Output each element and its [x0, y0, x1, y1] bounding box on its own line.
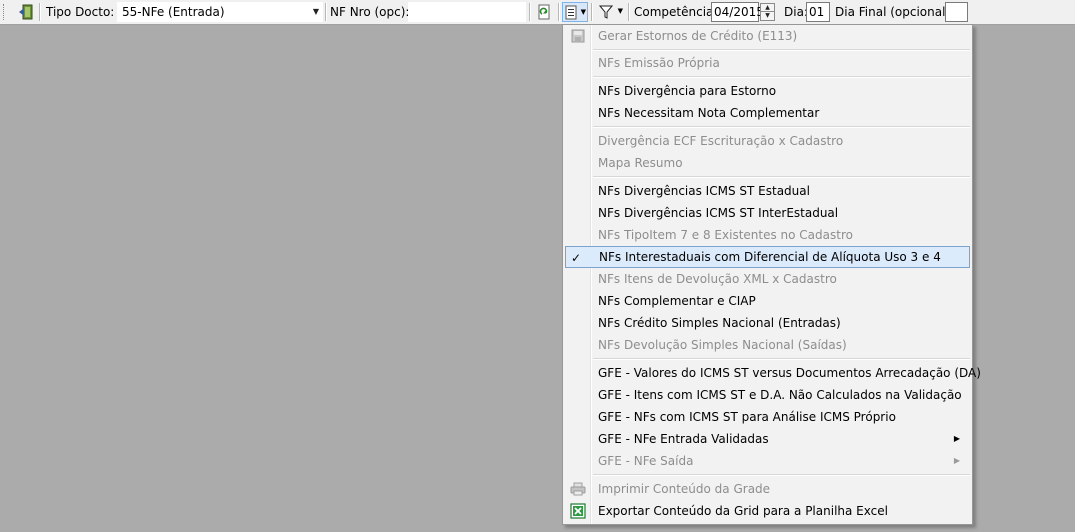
- dia-input[interactable]: 01: [806, 2, 830, 22]
- menu-item-gfe-nfe-saida[interactable]: GFE - NFe Saída ▶: [565, 450, 970, 472]
- menu-item-label: NFs Divergência para Estorno: [598, 84, 777, 98]
- menu-item-label: Divergência ECF Escrituração x Cadastro: [598, 134, 844, 148]
- menu-item-icms-st-interestadual[interactable]: NFs Divergências ICMS ST InterEstadual: [565, 202, 970, 224]
- menu-item-gfe-valores-icms-st[interactable]: GFE - Valores do ICMS ST versus Document…: [565, 362, 981, 384]
- submenu-arrow-icon: ▶: [953, 434, 960, 443]
- nf-nro-label: NF Nro (opc):: [330, 5, 410, 19]
- refresh-button[interactable]: [533, 2, 555, 22]
- filter-dropdown-button[interactable]: ▼: [597, 2, 625, 22]
- toolbar-separator: [529, 3, 530, 21]
- chevron-down-icon: ▼: [312, 7, 319, 16]
- menu-item-gfe-nfe-entrada[interactable]: GFE - NFe Entrada Validadas ▶: [565, 428, 970, 450]
- menu-item-nfs-divergencia-estorno[interactable]: NFs Divergência para Estorno: [565, 80, 970, 102]
- menu-separator: [593, 474, 970, 476]
- menu-item-credito-simples-nacional[interactable]: NFs Crédito Simples Nacional (Entradas): [565, 312, 970, 334]
- menu-item-label: NFs Itens de Devolução XML x Cadastro: [598, 272, 837, 286]
- exit-door-button[interactable]: [16, 2, 36, 22]
- reports-dropdown-button[interactable]: ▼: [562, 2, 588, 22]
- competencia-label: Competência:: [634, 5, 718, 19]
- exit-door-icon: [19, 4, 33, 20]
- menu-item-label: GFE - Valores do ICMS ST versus Document…: [598, 366, 981, 380]
- menu-item-label: NFs Interestaduais com Diferencial de Al…: [599, 250, 941, 264]
- excel-icon: [570, 503, 586, 519]
- dia-label: Dia:: [784, 5, 808, 19]
- menu-item-label: NFs Complementar e CIAP: [598, 294, 756, 308]
- menu-item-gfe-analise-icms-proprio[interactable]: GFE - NFs com ICMS ST para Análise ICMS …: [565, 406, 970, 428]
- menu-separator: [593, 49, 970, 51]
- refresh-document-icon: [538, 4, 550, 20]
- printer-icon: [570, 482, 586, 496]
- menu-item-label: NFs Crédito Simples Nacional (Entradas): [598, 316, 841, 330]
- competencia-value: 04/2015: [714, 5, 764, 19]
- toolbar-separator: [39, 3, 40, 21]
- toolbar-separator: [558, 3, 559, 21]
- toolbar-separator: [325, 3, 326, 21]
- menu-item-divergencia-ecf[interactable]: Divergência ECF Escrituração x Cadastro: [565, 130, 970, 152]
- save-icon: [571, 29, 585, 43]
- menu-separator: [593, 126, 970, 128]
- menu-item-icms-st-estadual[interactable]: NFs Divergências ICMS ST Estadual: [565, 180, 970, 202]
- menu-item-exportar-excel[interactable]: Exportar Conteúdo da Grid para a Planilh…: [565, 500, 970, 522]
- chevron-down-icon: ▼: [580, 8, 586, 16]
- menu-item-label: Gerar Estornos de Crédito (E113): [598, 29, 798, 43]
- menu-item-label: NFs Devolução Simples Nacional (Saídas): [598, 338, 847, 352]
- tipo-docto-label: Tipo Docto:: [46, 5, 115, 19]
- menu-item-label: Mapa Resumo: [598, 156, 683, 170]
- menu-item-nfs-nota-complementar[interactable]: NFs Necessitam Nota Complementar: [565, 102, 970, 124]
- nf-nro-input[interactable]: [408, 2, 526, 22]
- reports-context-menu: Gerar Estornos de Crédito (E113) NFs Emi…: [562, 24, 981, 525]
- menu-item-complementar-ciap[interactable]: NFs Complementar e CIAP: [565, 290, 970, 312]
- spin-up-icon[interactable]: ▲: [761, 4, 774, 12]
- toolbar: Tipo Docto: 55-NFe (Entrada) ▼ NF Nro (o…: [0, 0, 1075, 25]
- menu-item-label: GFE - NFe Entrada Validadas: [598, 432, 769, 446]
- menu-item-gerar-estornos[interactable]: Gerar Estornos de Crédito (E113): [565, 25, 970, 47]
- tipo-docto-combo[interactable]: 55-NFe (Entrada) ▼: [117, 2, 323, 22]
- menu-item-label: NFs Divergências ICMS ST InterEstadual: [598, 206, 839, 220]
- toolbar-separator: [628, 3, 629, 21]
- menu-item-label: Exportar Conteúdo da Grid para a Planilh…: [598, 504, 888, 518]
- toolbar-separator: [591, 3, 592, 21]
- menu-item-label: GFE - Itens com ICMS ST e D.A. Não Calcu…: [598, 388, 962, 402]
- toolbar-grip[interactable]: [3, 4, 6, 20]
- menu-item-diferencial-aliquota[interactable]: ✓ NFs Interestaduais com Diferencial de …: [565, 246, 970, 268]
- menu-item-mapa-resumo[interactable]: Mapa Resumo: [565, 152, 970, 174]
- menu-item-label: Imprimir Conteúdo da Grade: [598, 482, 771, 496]
- menu-item-devolucao-simples-nacional[interactable]: NFs Devolução Simples Nacional (Saídas): [565, 334, 970, 356]
- menu-item-nfs-emissao-propria[interactable]: NFs Emissão Própria: [565, 52, 970, 74]
- competencia-input[interactable]: 04/2015: [711, 2, 764, 22]
- chevron-down-icon: ▼: [617, 7, 623, 15]
- menu-item-label: NFs TipoItem 7 e 8 Existentes no Cadastr…: [598, 228, 853, 242]
- menu-item-label: NFs Emissão Própria: [598, 56, 720, 70]
- menu-item-imprimir-grade[interactable]: Imprimir Conteúdo da Grade: [565, 478, 970, 500]
- menu-item-label: NFs Necessitam Nota Complementar: [598, 106, 820, 120]
- dia-final-label: Dia Final (opcional):: [835, 5, 955, 19]
- competencia-spinner[interactable]: ▲ ▼: [760, 3, 775, 21]
- menu-item-label: GFE - NFs com ICMS ST para Análise ICMS …: [598, 410, 896, 424]
- dia-value: 01: [809, 5, 825, 19]
- tipo-docto-value: 55-NFe (Entrada): [122, 5, 225, 19]
- menu-item-tipoitem-7-8[interactable]: NFs TipoItem 7 e 8 Existentes no Cadastr…: [565, 224, 970, 246]
- spin-down-icon[interactable]: ▼: [761, 12, 774, 20]
- menu-separator: [593, 76, 970, 78]
- checkmark-icon: ✓: [571, 251, 582, 265]
- menu-separator: [593, 358, 970, 360]
- menu-item-label: GFE - NFe Saída: [598, 454, 694, 468]
- menu-item-gfe-itens-nao-calculados[interactable]: GFE - Itens com ICMS ST e D.A. Não Calcu…: [565, 384, 970, 406]
- submenu-arrow-icon: ▶: [953, 456, 960, 465]
- menu-item-itens-devolucao-xml[interactable]: NFs Itens de Devolução XML x Cadastro: [565, 268, 970, 290]
- filter-funnel-icon: [599, 5, 613, 19]
- dia-final-input[interactable]: [945, 2, 968, 22]
- menu-item-label: NFs Divergências ICMS ST Estadual: [598, 184, 810, 198]
- menu-separator: [593, 176, 970, 178]
- report-list-icon: [565, 5, 577, 20]
